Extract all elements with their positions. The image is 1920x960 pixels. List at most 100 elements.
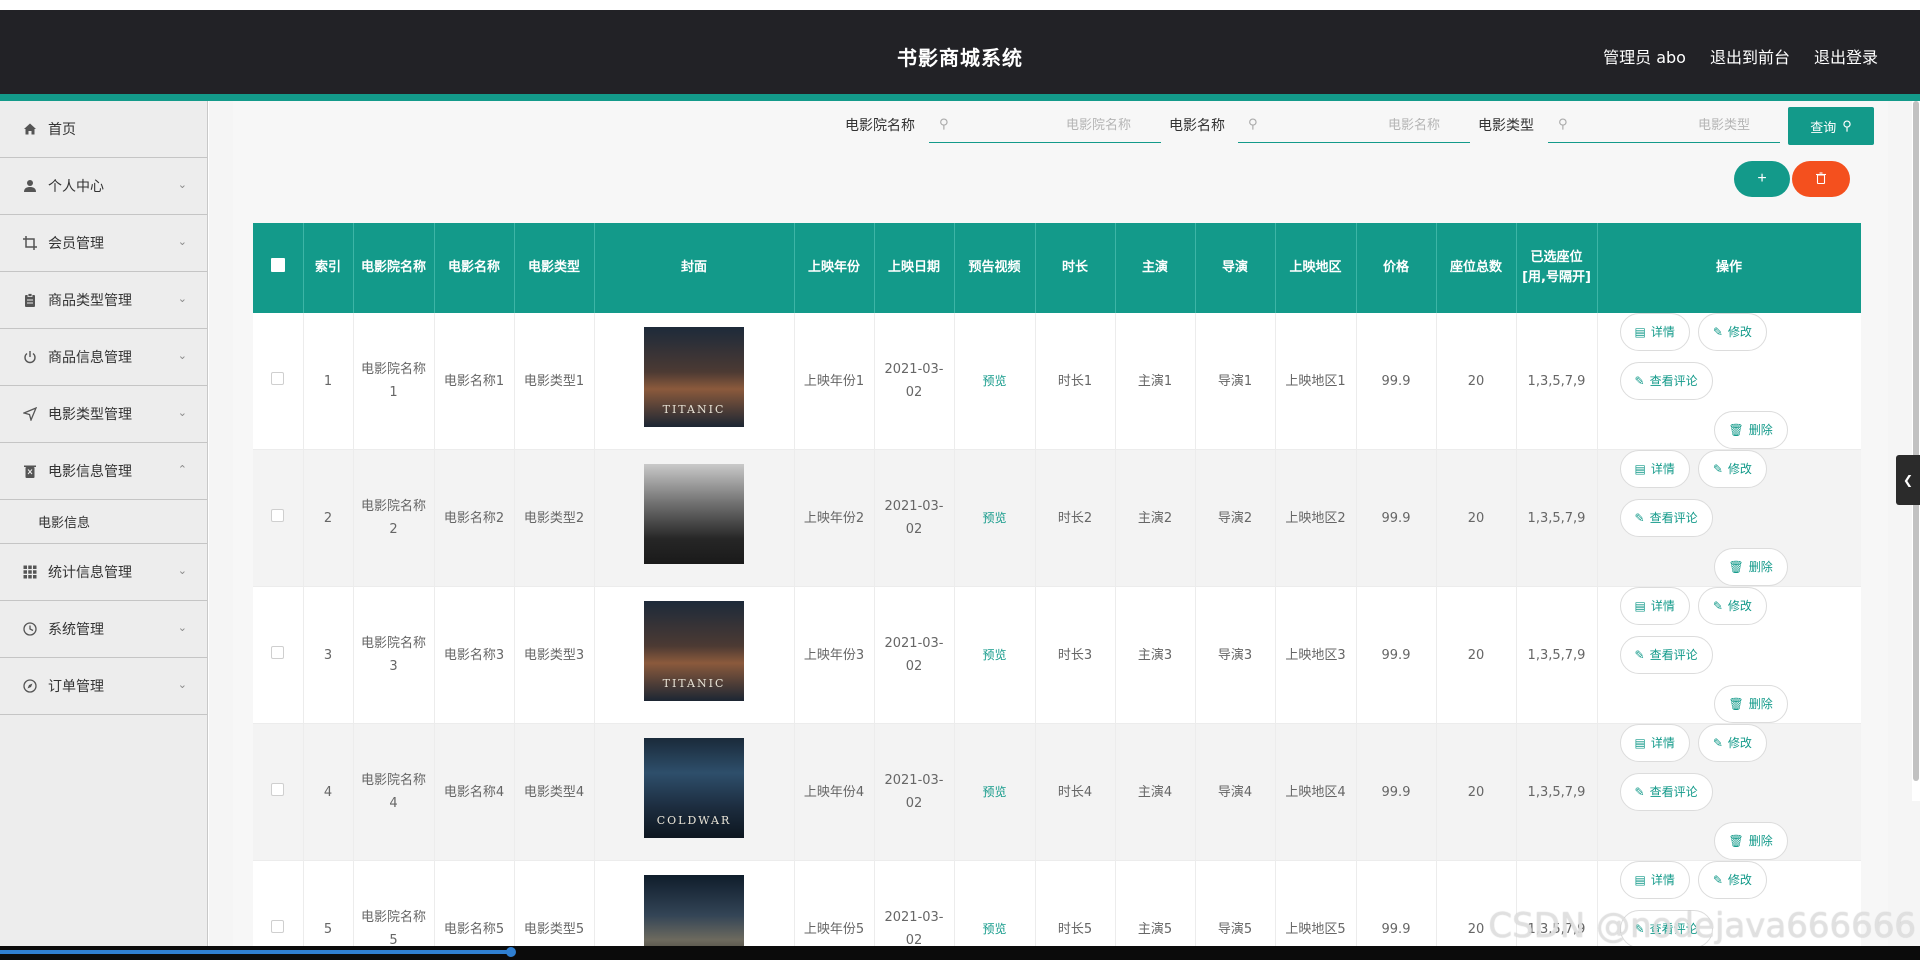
video-progress-bar[interactable] — [0, 946, 1920, 960]
column-header: 电影名称 — [434, 223, 515, 313]
sidebar-item-goods-type-management[interactable]: 商品类型管理 ⌄ — [0, 272, 207, 329]
batch-delete-button[interactable] — [1792, 161, 1850, 197]
edit-icon: ✎ — [1634, 647, 1645, 662]
preview-link[interactable]: 预览 — [982, 785, 1006, 799]
column-header: 索引 — [303, 223, 354, 313]
row-index: 2 — [303, 449, 354, 587]
exit-to-front-link[interactable]: 退出到前台 — [1710, 44, 1790, 68]
detail-button[interactable]: ▤ 详情 — [1619, 587, 1690, 625]
row-index: 5 — [303, 860, 354, 946]
delete-button[interactable]: 🗑 删除 — [1713, 411, 1788, 449]
sidebar-item-statistics-management[interactable]: 统计信息管理 ⌄ — [0, 544, 207, 601]
selected-seats-cell: 1,3,5,7,9 — [1516, 313, 1598, 450]
view-review-button[interactable]: ✎ 查看评论 — [1619, 499, 1713, 537]
select-all-header[interactable] — [253, 223, 304, 313]
table-row: 2 电影院名称2 电影名称2 电影类型2 上映年份2 2021-03-02 预览 时长2 主演2… — [253, 449, 1861, 587]
edit-button[interactable]: ✎ 修改 — [1697, 450, 1767, 488]
detail-button[interactable]: ▤ 详情 — [1619, 450, 1690, 488]
sidebar-item-member-management[interactable]: 会员管理 ⌄ — [0, 215, 207, 272]
edit-button[interactable]: ✎ 修改 — [1697, 861, 1767, 899]
delete-button[interactable]: 🗑 删除 — [1713, 822, 1788, 860]
movie-name-field[interactable]: ⚲ — [1238, 109, 1470, 143]
row-select-cell[interactable] — [253, 723, 304, 861]
sidebar-item-goods-info-management[interactable]: 商品信息管理 ⌄ — [0, 329, 207, 386]
sidebar-item-personal-center[interactable]: 个人中心 ⌄ — [0, 158, 207, 215]
region-cell: 上映地区5 — [1275, 860, 1357, 946]
row-checkbox[interactable] — [271, 782, 285, 796]
view-review-button[interactable]: ✎ 查看评论 — [1619, 636, 1713, 674]
movie-name-input[interactable] — [1238, 118, 1470, 133]
region-cell: 上映地区2 — [1275, 449, 1357, 587]
preview-link[interactable]: 预览 — [982, 374, 1006, 388]
sidebar-item-label: 统计信息管理 — [48, 565, 132, 581]
row-checkbox[interactable] — [271, 371, 285, 385]
view-review-button[interactable]: ✎ 查看评论 — [1619, 362, 1713, 400]
sidebar-item-movie-type-management[interactable]: 电影类型管理 ⌄ — [0, 386, 207, 443]
chevron-down-icon: ⌄ — [177, 564, 187, 577]
edit-button[interactable]: ✎ 修改 — [1697, 724, 1767, 762]
sidebar-subitem-movie-info[interactable]: 电影信息 — [0, 500, 207, 544]
cinema-name-cell: 电影院名称1 — [353, 313, 435, 450]
sidebar-item-order-management[interactable]: 订单管理 ⌄ — [0, 658, 207, 715]
sidebar-item-label: 会员管理 — [48, 236, 104, 252]
row-select-cell[interactable] — [253, 860, 304, 946]
detail-button[interactable]: ▤ 详情 — [1619, 861, 1690, 899]
movie-cover-image: TITANIC — [644, 327, 744, 427]
movie-name-cell: 电影名称2 — [434, 449, 515, 587]
scrollbar-thumb[interactable] — [1913, 101, 1919, 781]
select-all-checkbox[interactable] — [270, 257, 285, 272]
seat-total-cell: 20 — [1436, 586, 1517, 724]
region-cell: 上映地区3 — [1275, 586, 1357, 724]
selected-seats-cell: 1,3,5,7,9 — [1516, 586, 1598, 724]
cinema-name-input[interactable] — [929, 118, 1161, 133]
row-checkbox[interactable] — [271, 508, 285, 522]
row-select-cell[interactable] — [253, 449, 304, 587]
delete-button[interactable]: 🗑 删除 — [1713, 685, 1788, 723]
preview-link[interactable]: 预览 — [982, 511, 1006, 525]
logout-link[interactable]: 退出登录 — [1814, 44, 1878, 68]
duration-cell: 时长5 — [1035, 860, 1116, 946]
document-icon: ▤ — [1634, 461, 1646, 476]
document-icon: ▤ — [1634, 872, 1646, 887]
sidebar-item-home[interactable]: 首页 — [0, 101, 207, 158]
edit-button[interactable]: ✎ 修改 — [1697, 313, 1767, 351]
edit-icon: ✎ — [1634, 510, 1645, 525]
row-select-cell[interactable] — [253, 313, 304, 450]
sidebar-item-movie-info-management[interactable]: 电影信息管理 ⌃ — [0, 443, 207, 500]
header-accent-bar — [0, 94, 1920, 101]
release-year-cell: 上映年份2 — [794, 449, 875, 587]
director-cell: 导演4 — [1195, 723, 1276, 861]
delete-button[interactable]: 🗑 删除 — [1713, 548, 1788, 586]
price-cell: 99.9 — [1356, 860, 1437, 946]
page-scrollbar[interactable] — [1912, 101, 1920, 801]
movie-type-input[interactable] — [1548, 118, 1780, 133]
sidebar-item-system-management[interactable]: 系统管理 ⌄ — [0, 601, 207, 658]
admin-label: 管理员 abo — [1603, 48, 1686, 67]
detail-button[interactable]: ▤ 详情 — [1619, 724, 1690, 762]
edit-button[interactable]: ✎ 修改 — [1697, 587, 1767, 625]
chevron-down-icon: ⌄ — [177, 678, 187, 691]
preview-cell: 预览 — [954, 723, 1036, 861]
movie-type-field[interactable]: ⚲ — [1548, 109, 1780, 143]
preview-link[interactable]: 预览 — [982, 648, 1006, 662]
search-bar: 电影院名称 ⚲ 电影名称 ⚲ 电影类型 ⚲ 查询 ⚲ — [233, 107, 1888, 147]
side-panel-toggle[interactable]: ❮ — [1896, 455, 1920, 505]
region-cell: 上映地区4 — [1275, 723, 1357, 861]
search-icon: ⚲ — [1558, 117, 1568, 132]
row-checkbox[interactable] — [271, 919, 285, 933]
cover-cell: TITANIC — [594, 313, 795, 450]
duration-cell: 时长2 — [1035, 449, 1116, 587]
progress-knob[interactable] — [506, 947, 516, 957]
user-icon — [22, 178, 38, 194]
view-review-button[interactable]: ✎ 查看评论 — [1619, 773, 1713, 811]
row-checkbox[interactable] — [271, 645, 285, 659]
cinema-name-field[interactable]: ⚲ — [929, 109, 1161, 143]
preview-link[interactable]: 预览 — [982, 922, 1006, 936]
query-button[interactable]: 查询 ⚲ — [1788, 107, 1874, 145]
chevron-down-icon: ⌄ — [177, 621, 187, 634]
sidebar-item-label: 商品类型管理 — [48, 293, 132, 309]
add-button[interactable]: + — [1734, 161, 1790, 197]
chevron-left-icon: ❮ — [1902, 473, 1914, 487]
detail-button[interactable]: ▤ 详情 — [1619, 313, 1690, 351]
row-select-cell[interactable] — [253, 586, 304, 724]
